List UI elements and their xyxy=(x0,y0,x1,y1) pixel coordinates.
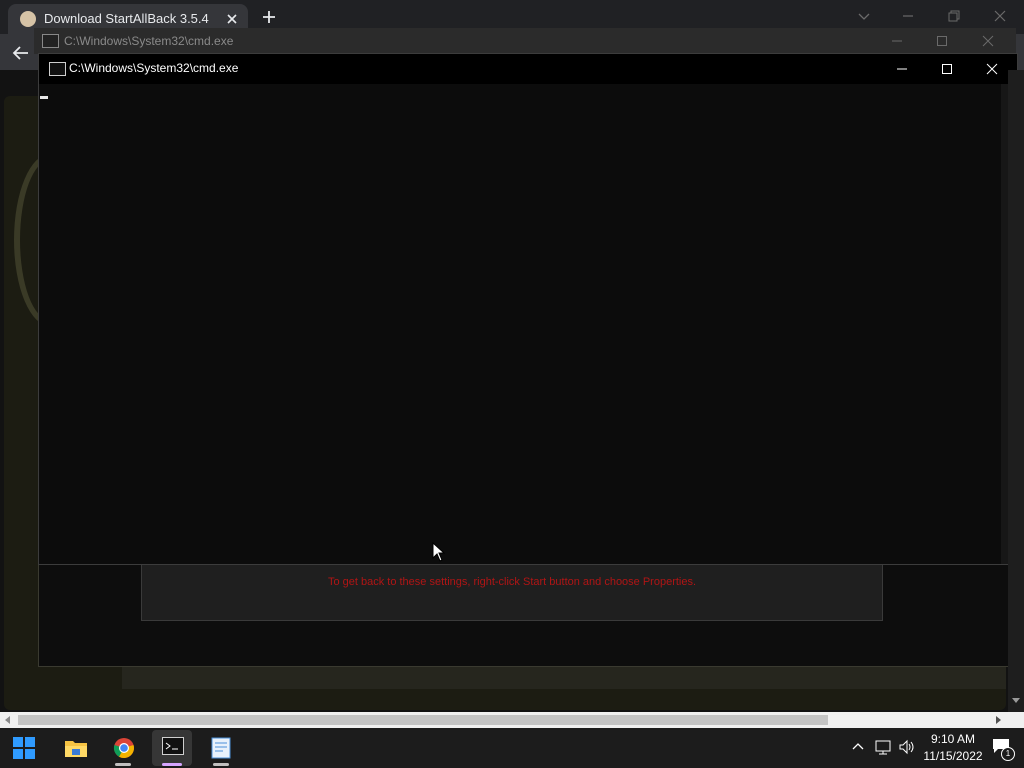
notification-count: 1 xyxy=(1001,747,1015,761)
scroll-right-arrow[interactable] xyxy=(994,716,1002,724)
plus-icon xyxy=(263,11,275,23)
cmd-icon xyxy=(42,34,59,48)
settings-hint-box: To get back to these settings, right-cli… xyxy=(141,562,883,621)
active-indicator xyxy=(162,763,182,766)
page-vertical-scrollbar[interactable] xyxy=(1008,70,1024,712)
clock-time: 9:10 AM xyxy=(930,732,976,746)
minimize-icon xyxy=(903,15,913,17)
browser-minimize-button[interactable] xyxy=(900,8,916,24)
taskbar-chrome[interactable] xyxy=(103,730,143,766)
clock-date: 11/15/2022 xyxy=(923,749,983,763)
maximize-icon xyxy=(942,64,952,74)
running-indicator xyxy=(115,763,131,766)
volume-icon xyxy=(899,739,914,755)
favicon-icon xyxy=(20,11,36,27)
close-icon xyxy=(986,63,998,75)
arrow-down-icon xyxy=(1012,698,1020,703)
restore-icon xyxy=(948,10,960,22)
close-icon xyxy=(994,10,1006,22)
chevron-up-icon xyxy=(852,743,864,750)
network-button[interactable] xyxy=(874,739,892,755)
maximize-button[interactable] xyxy=(925,54,970,84)
chrome-icon xyxy=(113,738,134,759)
scroll-down-arrow[interactable] xyxy=(1012,696,1020,704)
arrow-left-icon xyxy=(5,716,10,724)
windows-logo-icon xyxy=(13,737,35,759)
browser-close-button[interactable] xyxy=(992,8,1008,24)
tab-title: Download StartAllBack 3.5.4 xyxy=(44,11,209,26)
new-tab-button[interactable] xyxy=(260,8,278,26)
close-icon[interactable] xyxy=(224,11,240,27)
taskbar: 9:10 AM 11/15/2022 1 xyxy=(0,728,1024,768)
horizontal-scrollbar[interactable] xyxy=(0,712,1008,728)
back-close-button[interactable] xyxy=(981,34,995,48)
scrollbar-corner xyxy=(1008,712,1024,728)
text-cursor xyxy=(40,96,48,99)
arrow-right-icon xyxy=(996,716,1001,724)
back-cmd-title: C:\Windows\System32\cmd.exe xyxy=(64,34,234,48)
show-hidden-icons-button[interactable] xyxy=(851,740,865,754)
taskbar-clock[interactable]: 9:10 AM 11/15/2022 xyxy=(918,731,988,765)
back-arrow-icon xyxy=(12,46,28,60)
tab-search-button[interactable] xyxy=(856,8,872,24)
notepad-icon xyxy=(211,737,231,759)
minimize-icon xyxy=(892,40,902,42)
horizontal-scroll-thumb[interactable] xyxy=(18,715,828,725)
cmd-title: C:\Windows\System32\cmd.exe xyxy=(69,61,239,75)
folder-icon xyxy=(65,741,87,757)
settings-dialog: To get back to these settings, right-cli… xyxy=(38,560,1017,667)
cmd-icon xyxy=(49,62,66,76)
console-area[interactable] xyxy=(39,84,1001,564)
close-icon xyxy=(982,35,994,47)
start-button[interactable] xyxy=(3,730,43,766)
notification-center-button[interactable]: 1 xyxy=(992,738,1015,761)
page-bottom-bar xyxy=(122,666,1006,689)
browser-restore-button[interactable] xyxy=(946,8,962,24)
back-button[interactable] xyxy=(12,44,30,62)
taskbar-notepad[interactable] xyxy=(201,730,241,766)
cmd-titlebar[interactable]: C:\Windows\System32\cmd.exe xyxy=(39,54,1017,84)
back-maximize-button[interactable] xyxy=(935,34,949,48)
running-indicator xyxy=(213,763,229,766)
taskbar-file-explorer[interactable] xyxy=(54,730,94,766)
chevron-down-icon xyxy=(858,13,870,20)
minimize-button[interactable] xyxy=(880,54,925,84)
mouse-pointer-icon xyxy=(432,542,446,562)
volume-button[interactable] xyxy=(898,739,916,755)
settings-hint: To get back to these settings, right-cli… xyxy=(327,576,697,588)
minimize-icon xyxy=(897,68,907,70)
network-icon xyxy=(875,740,891,755)
scroll-left-arrow[interactable] xyxy=(4,716,12,724)
back-cmd-titlebar[interactable]: C:\Windows\System32\cmd.exe xyxy=(34,28,1016,54)
taskbar-command-prompt[interactable] xyxy=(152,730,192,766)
cmd-icon xyxy=(162,737,184,755)
maximize-icon xyxy=(937,36,947,46)
back-minimize-button[interactable] xyxy=(890,34,904,48)
cmd-window[interactable]: C:\Windows\System32\cmd.exe xyxy=(38,53,1018,565)
